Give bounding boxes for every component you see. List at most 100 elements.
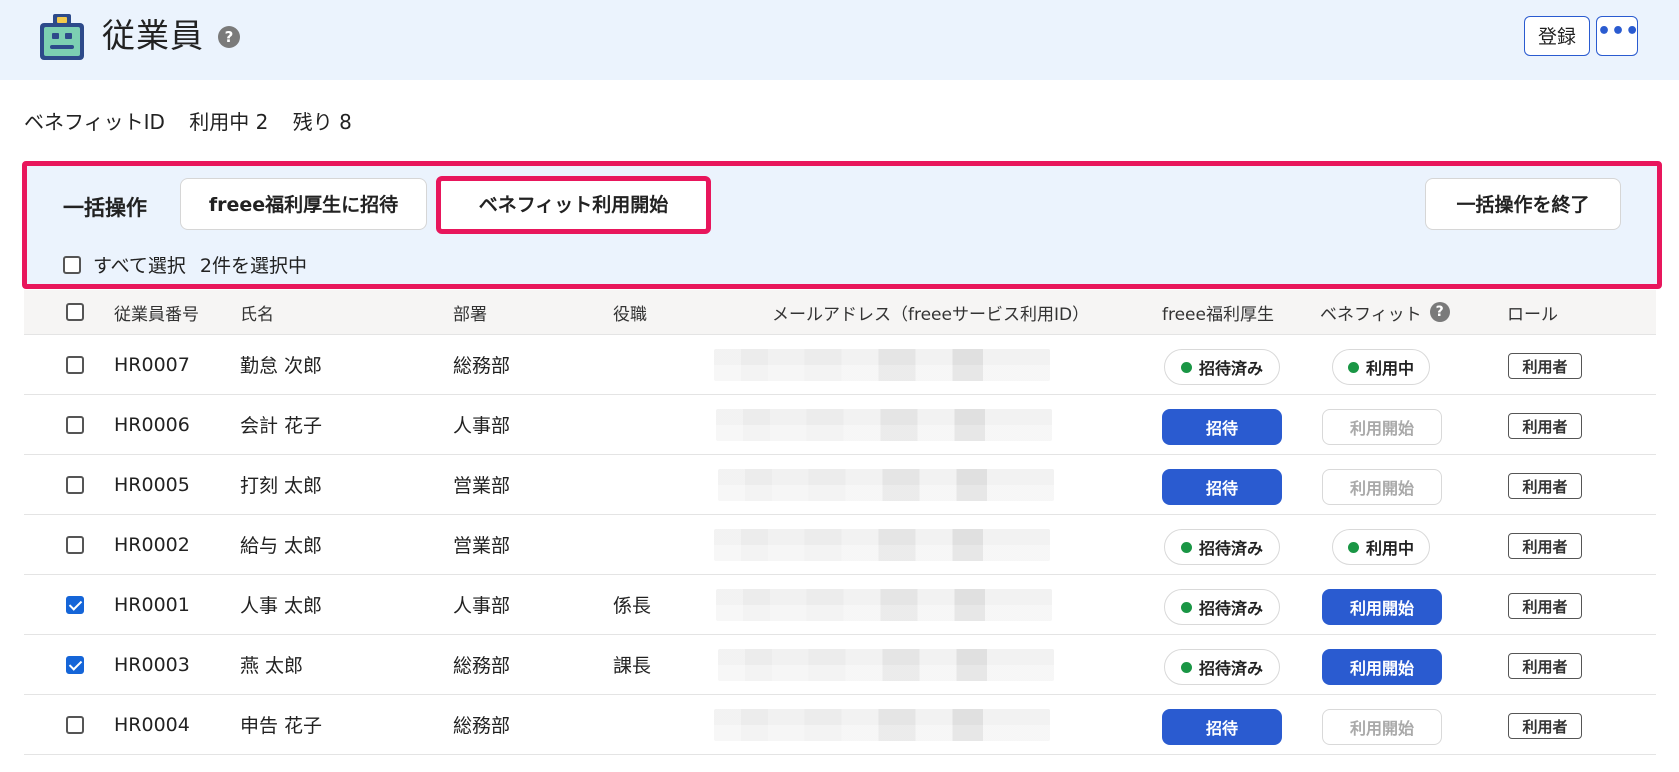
row-checkbox[interactable] [66, 535, 84, 554]
fukuri-invite-button[interactable]: 招待 [1162, 469, 1282, 505]
employee-dept: 人事部 [453, 595, 511, 617]
employee-position: 課長 [613, 655, 652, 677]
table-row[interactable]: HR0003 燕 太郎 総務部 課長 招待済み 利用開始 利用者 [24, 635, 1656, 695]
register-button[interactable]: 登録 [1524, 16, 1590, 56]
row-checkbox[interactable] [66, 715, 84, 734]
table-row[interactable]: HR0002 給与 太郎 営業部 招待済み 利用中 利用者 [24, 515, 1656, 575]
column-header-benefit: ベネフィット ? [1320, 290, 1450, 334]
status-dot-icon [1180, 361, 1192, 373]
table-row[interactable]: HR0006 会計 花子 人事部 招待 利用開始 利用者 [24, 395, 1656, 455]
benefit-help-icon[interactable]: ? [1429, 302, 1450, 322]
role-badge: 利用者 [1508, 413, 1582, 439]
column-header-name[interactable]: 氏名 [240, 290, 274, 334]
employee-name[interactable]: 給与 太郎 [240, 515, 322, 574]
role-badge: 利用者 [1508, 653, 1582, 679]
employee-dept: 総務部 [453, 655, 511, 677]
employee-dept: 営業部 [453, 475, 511, 497]
table-header-row: 従業員番号 氏名 部署 役職 メールアドレス（freeeサービス利用ID） fr… [24, 290, 1656, 335]
employee-dept: 人事部 [453, 415, 511, 437]
table-row[interactable]: HR0005 打刻 太郎 営業部 招待 利用開始 利用者 [24, 455, 1656, 515]
employee-position: 係長 [613, 595, 652, 617]
table-row[interactable]: HR0007 勤怠 次郎 総務部 招待済み 利用中 利用者 [24, 335, 1656, 395]
benefit-start-button[interactable]: ベネフィット利用開始 [436, 176, 711, 234]
table-row[interactable]: HR0001 人事 太郎 人事部 係長 招待済み 利用開始 利用者 [24, 575, 1656, 635]
fukuri-status-invited: 招待済み [1164, 349, 1280, 385]
column-header-email[interactable]: メールアドレス（freeeサービス利用ID） [772, 290, 1089, 334]
table-row[interactable]: HR0004 申告 花子 総務部 招待 利用開始 利用者 [24, 695, 1656, 755]
select-all-row: すべて選択 2件を選択中 [63, 251, 307, 278]
employee-no: HR0004 [114, 713, 190, 736]
column-header-role[interactable]: ロール [1507, 290, 1558, 334]
role-badge: 利用者 [1508, 473, 1582, 499]
employee-dept: 総務部 [453, 355, 511, 377]
more-icon: ••• [1597, 19, 1640, 44]
employee-name[interactable]: 申告 花子 [240, 695, 322, 754]
fukuri-status-invited: 招待済み [1164, 589, 1280, 625]
column-header-benefit-label[interactable]: ベネフィット [1320, 300, 1422, 325]
help-icon[interactable]: ? [218, 26, 240, 48]
page-header: 従業員 ? 登録 ••• [0, 0, 1679, 80]
select-all-checkbox[interactable] [63, 255, 81, 274]
employee-name[interactable]: 勤怠 次郎 [240, 335, 322, 394]
row-checkbox[interactable] [66, 475, 84, 494]
role-badge: 利用者 [1508, 353, 1582, 379]
email-redacted [714, 349, 1050, 381]
employee-no: HR0001 [114, 593, 190, 616]
benefit-start-row-button[interactable]: 利用開始 [1322, 589, 1442, 625]
status-dot-icon [1180, 661, 1192, 673]
row-checkbox[interactable] [66, 595, 84, 614]
status-dot-icon [1347, 541, 1359, 553]
status-dot-icon [1180, 541, 1192, 553]
page-title: 従業員 [102, 16, 204, 55]
benefit-start-row-button[interactable]: 利用開始 [1322, 649, 1442, 685]
benefit-start-row-button-disabled: 利用開始 [1322, 409, 1442, 445]
employee-table: 従業員番号 氏名 部署 役職 メールアドレス（freeeサービス利用ID） fr… [24, 290, 1656, 755]
benefit-in-use-count: 利用中 2 [189, 110, 269, 134]
employee-no: HR0006 [114, 413, 190, 436]
row-checkbox[interactable] [66, 655, 84, 674]
select-all-label[interactable]: すべて選択 [93, 251, 186, 278]
table-body: HR0007 勤怠 次郎 総務部 招待済み 利用中 利用者 HR0006 会計 … [24, 335, 1656, 755]
email-redacted [714, 709, 1050, 741]
fukuri-invite-button[interactable]: 招待 [1162, 709, 1282, 745]
employee-no: HR0005 [114, 473, 190, 496]
row-checkbox[interactable] [66, 415, 84, 434]
employee-name[interactable]: 人事 太郎 [240, 575, 322, 634]
employee-no: HR0007 [114, 353, 190, 376]
status-dot-icon [1180, 601, 1192, 613]
fukuri-status-invited: 招待済み [1164, 529, 1280, 565]
employee-dept: 営業部 [453, 535, 511, 557]
fukuri-status-invited: 招待済み [1164, 649, 1280, 685]
employee-no: HR0003 [114, 653, 190, 676]
status-dot-icon [1347, 361, 1359, 373]
column-header-position[interactable]: 役職 [613, 290, 647, 334]
benefit-start-row-button-disabled: 利用開始 [1322, 469, 1442, 505]
benefit-status-in-use: 利用中 [1332, 529, 1430, 565]
bulk-operation-panel: 一括操作 freee福利厚生に招待 ベネフィット利用開始 一括操作を終了 すべて… [22, 161, 1662, 289]
column-header-dept[interactable]: 部署 [453, 290, 487, 334]
email-redacted [714, 529, 1050, 561]
employee-id-card-icon [40, 14, 84, 60]
role-badge: 利用者 [1508, 593, 1582, 619]
benefit-status-in-use: 利用中 [1332, 349, 1430, 385]
role-badge: 利用者 [1508, 533, 1582, 559]
email-redacted [718, 649, 1054, 681]
employee-no: HR0002 [114, 533, 190, 556]
employee-dept: 総務部 [453, 715, 511, 737]
email-redacted [716, 589, 1052, 621]
fukuri-invite-button[interactable]: 招待 [1162, 409, 1282, 445]
end-bulk-operation-button[interactable]: 一括操作を終了 [1425, 178, 1621, 230]
row-checkbox[interactable] [66, 355, 84, 374]
employee-name[interactable]: 打刻 太郎 [240, 455, 322, 514]
column-header-fukuri[interactable]: freee福利厚生 [1162, 290, 1274, 334]
benefit-remaining-count: 残り 8 [292, 110, 352, 134]
email-redacted [718, 469, 1054, 501]
employee-name[interactable]: 燕 太郎 [240, 635, 303, 694]
more-options-button[interactable]: ••• [1596, 16, 1640, 56]
invite-fukuri-button[interactable]: freee福利厚生に招待 [180, 178, 427, 230]
column-header-employee-no[interactable]: 従業員番号 [114, 290, 199, 334]
header-checkbox[interactable] [66, 303, 84, 321]
role-badge: 利用者 [1508, 713, 1582, 739]
benefit-start-row-button-disabled: 利用開始 [1322, 709, 1442, 745]
employee-name[interactable]: 会計 花子 [240, 395, 322, 454]
